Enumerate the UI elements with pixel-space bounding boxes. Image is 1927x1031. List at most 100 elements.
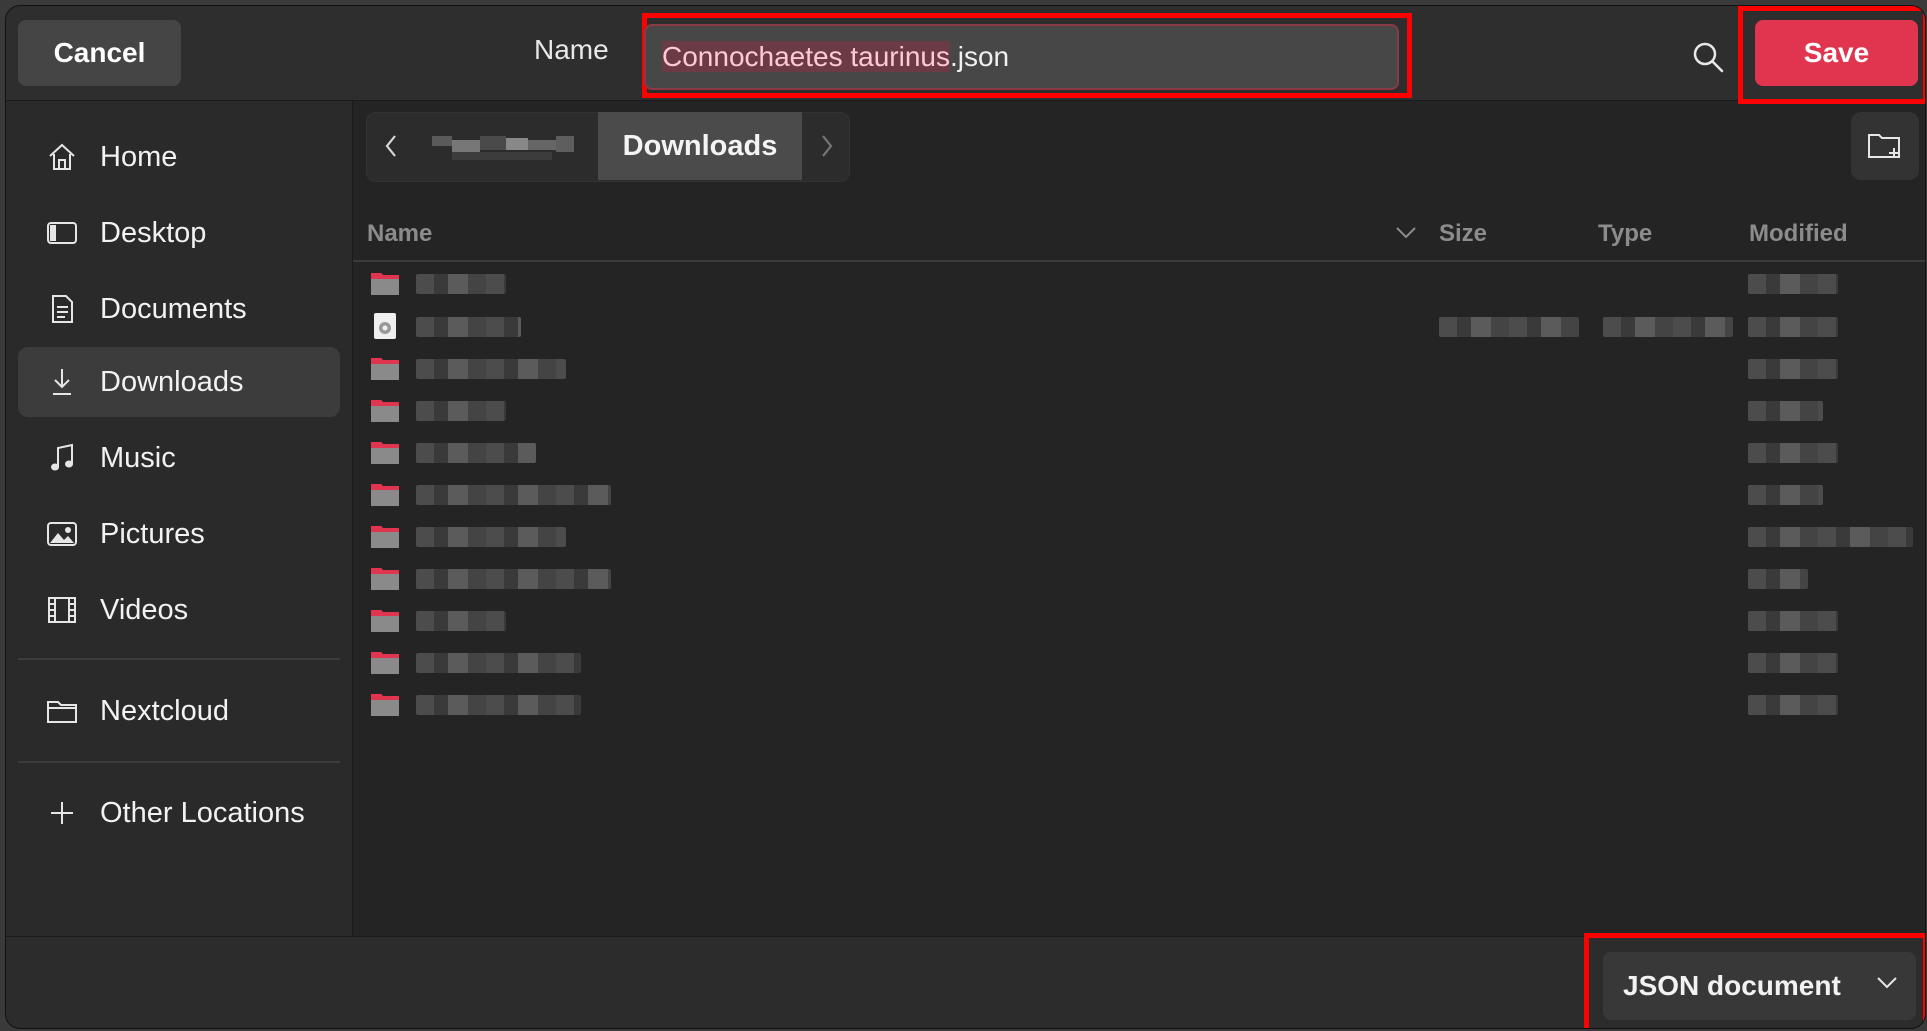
redacted-modified	[1748, 653, 1838, 673]
list-item[interactable]	[353, 433, 1925, 473]
column-type[interactable]: Type	[1598, 220, 1652, 248]
file-icon	[374, 313, 396, 339]
sidebar-item-label: Desktop	[100, 216, 207, 249]
list-item[interactable]	[353, 517, 1925, 557]
redacted-filename	[416, 485, 611, 505]
folder-icon	[371, 400, 399, 422]
list-item[interactable]	[353, 391, 1925, 431]
column-modified[interactable]: Modified	[1749, 220, 1848, 248]
redacted-filename	[416, 653, 581, 673]
redacted-filename	[416, 569, 611, 589]
column-size[interactable]: Size	[1439, 220, 1487, 248]
column-name[interactable]: Name	[367, 220, 432, 248]
new-folder-button[interactable]	[1851, 112, 1919, 180]
folder-icon	[371, 358, 399, 380]
list-item[interactable]	[353, 559, 1925, 599]
list-item[interactable]	[353, 643, 1925, 683]
redacted-filename	[416, 611, 506, 631]
filename-extension: .json	[949, 41, 1010, 72]
redacted-modified	[1748, 274, 1838, 294]
sidebar-item-downloads[interactable]: Downloads	[18, 347, 340, 417]
path-segment-parent[interactable]	[422, 112, 595, 180]
redacted-modified	[1748, 569, 1808, 589]
sidebar-item-videos[interactable]: Videos	[18, 575, 340, 645]
redacted-modified	[1748, 401, 1823, 421]
sidebar-item-label: Other Locations	[100, 796, 305, 829]
redacted-type	[1603, 317, 1733, 337]
new-folder-icon	[1868, 134, 1900, 158]
sidebar-item-pictures[interactable]: Pictures	[18, 499, 340, 569]
save-file-dialog: Cancel Name Connochaetes taurinus.json S…	[6, 6, 1925, 1028]
chevron-left-icon	[385, 135, 396, 157]
folder-icon	[371, 652, 399, 674]
redacted-filename	[416, 695, 581, 715]
sidebar-item-label: Pictures	[100, 517, 205, 550]
sidebar-divider	[18, 761, 340, 763]
path-forward-button[interactable]	[805, 112, 849, 180]
list-item[interactable]	[353, 307, 1925, 347]
folder-icon	[371, 273, 399, 295]
path-segment-current[interactable]: Downloads	[598, 112, 802, 180]
redacted-filename	[416, 443, 536, 463]
redacted-filename	[416, 317, 521, 337]
redacted-filename	[416, 359, 566, 379]
plus-icon	[44, 795, 80, 831]
folder-icon	[371, 568, 399, 590]
sidebar-item-label: Music	[100, 441, 176, 474]
folder-icon	[371, 484, 399, 506]
redacted-modified	[1748, 317, 1838, 337]
chevron-right-icon	[822, 135, 833, 157]
folder-icon	[44, 693, 80, 729]
sidebar-item-documents[interactable]: Documents	[18, 274, 340, 344]
redacted-filename	[416, 274, 506, 294]
redacted-filename	[416, 527, 566, 547]
redacted-filename	[416, 401, 506, 421]
redacted-modified	[1748, 485, 1823, 505]
sidebar-item-label: Downloads	[100, 365, 244, 398]
folder-icon	[371, 442, 399, 464]
file-type-dropdown[interactable]: JSON document	[1603, 952, 1916, 1020]
redacted-modified	[1748, 695, 1838, 715]
file-list-header: Name Size Type Modified	[353, 204, 1925, 262]
redacted-size	[1439, 317, 1579, 337]
sidebar-item-label: Documents	[100, 292, 247, 325]
sidebar-item-label: Home	[100, 140, 178, 173]
sidebar-item-other-locations[interactable]: Other Locations	[18, 778, 340, 848]
name-label: Name	[534, 34, 609, 65]
sidebar-item-nextcloud[interactable]: Nextcloud	[18, 676, 340, 746]
home-icon	[44, 139, 80, 175]
redacted-modified	[1748, 611, 1838, 631]
chevron-down-icon	[1877, 977, 1897, 989]
filename-input[interactable]: Connochaetes taurinus.json	[644, 24, 1399, 90]
videos-icon	[44, 592, 80, 628]
list-item[interactable]	[353, 601, 1925, 641]
redacted-modified	[1748, 527, 1913, 547]
sidebar-item-home[interactable]: Home	[18, 122, 340, 192]
sidebar-item-label: Videos	[100, 593, 189, 626]
documents-icon	[44, 291, 80, 327]
sidebar-divider	[18, 658, 340, 660]
list-item[interactable]	[353, 264, 1925, 304]
search-icon[interactable]	[1691, 40, 1725, 74]
cancel-button[interactable]: Cancel	[18, 20, 181, 86]
sort-chevron-icon[interactable]	[1395, 226, 1417, 240]
list-item[interactable]	[353, 475, 1925, 515]
sidebar-item-desktop[interactable]: Desktop	[18, 198, 340, 268]
file-type-label: JSON document	[1623, 970, 1841, 1001]
save-button[interactable]: Save	[1755, 20, 1918, 86]
list-item[interactable]	[353, 349, 1925, 389]
folder-icon	[371, 610, 399, 632]
music-icon	[44, 440, 80, 476]
desktop-icon	[44, 215, 80, 251]
sidebar-item-music[interactable]: Music	[18, 423, 340, 493]
sidebar-item-label: Nextcloud	[100, 694, 229, 727]
redacted-modified	[1748, 359, 1838, 379]
path-back-button[interactable]	[366, 112, 416, 180]
downloads-icon	[44, 364, 80, 400]
folder-icon	[371, 694, 399, 716]
pictures-icon	[44, 516, 80, 552]
folder-icon	[371, 526, 399, 548]
filename-selected-text: Connochaetes taurinus	[662, 41, 950, 72]
list-item[interactable]	[353, 685, 1925, 725]
redacted-modified	[1748, 443, 1838, 463]
